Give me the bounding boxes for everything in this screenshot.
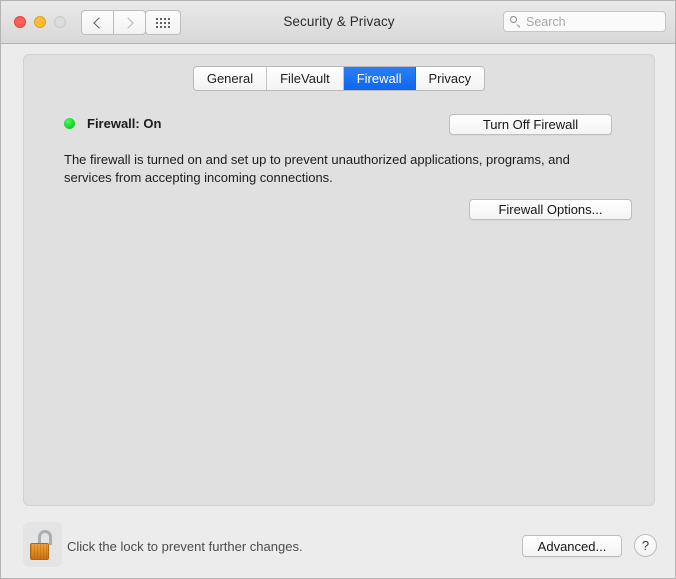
firewall-status-label: Firewall: On — [87, 116, 162, 131]
turn-off-firewall-button[interactable]: Turn Off Firewall — [449, 114, 612, 135]
tab-firewall[interactable]: Firewall — [343, 67, 416, 90]
content-panel: Firewall: On Turn Off Firewall The firew… — [23, 54, 655, 506]
lock-hint-text: Click the lock to prevent further change… — [67, 539, 303, 554]
help-button[interactable]: ? — [634, 534, 657, 557]
status-indicator-icon — [64, 118, 75, 129]
security-privacy-window: Security & Privacy Search Firewall: On T… — [0, 0, 676, 579]
lock-button[interactable] — [23, 522, 62, 567]
tab-privacy[interactable]: Privacy — [415, 67, 485, 90]
search-field[interactable]: Search — [503, 11, 666, 32]
advanced-button[interactable]: Advanced... — [522, 535, 622, 557]
tab-filevault[interactable]: FileVault — [267, 67, 344, 90]
tab-segmented-control: General FileVault Firewall Privacy — [192, 66, 486, 91]
search-icon — [510, 16, 521, 27]
unlocked-padlock-icon — [30, 529, 55, 560]
firewall-status-row: Firewall: On — [64, 116, 161, 131]
firewall-description: The firewall is turned on and set up to … — [64, 152, 570, 185]
search-input[interactable]: Search — [526, 15, 566, 29]
tab-bar: General FileVault Firewall Privacy — [1, 66, 675, 91]
tab-general[interactable]: General — [193, 67, 268, 90]
padlock-body — [30, 542, 49, 560]
firewall-options-button[interactable]: Firewall Options... — [469, 199, 632, 220]
title-bar: Security & Privacy Search — [1, 1, 675, 44]
